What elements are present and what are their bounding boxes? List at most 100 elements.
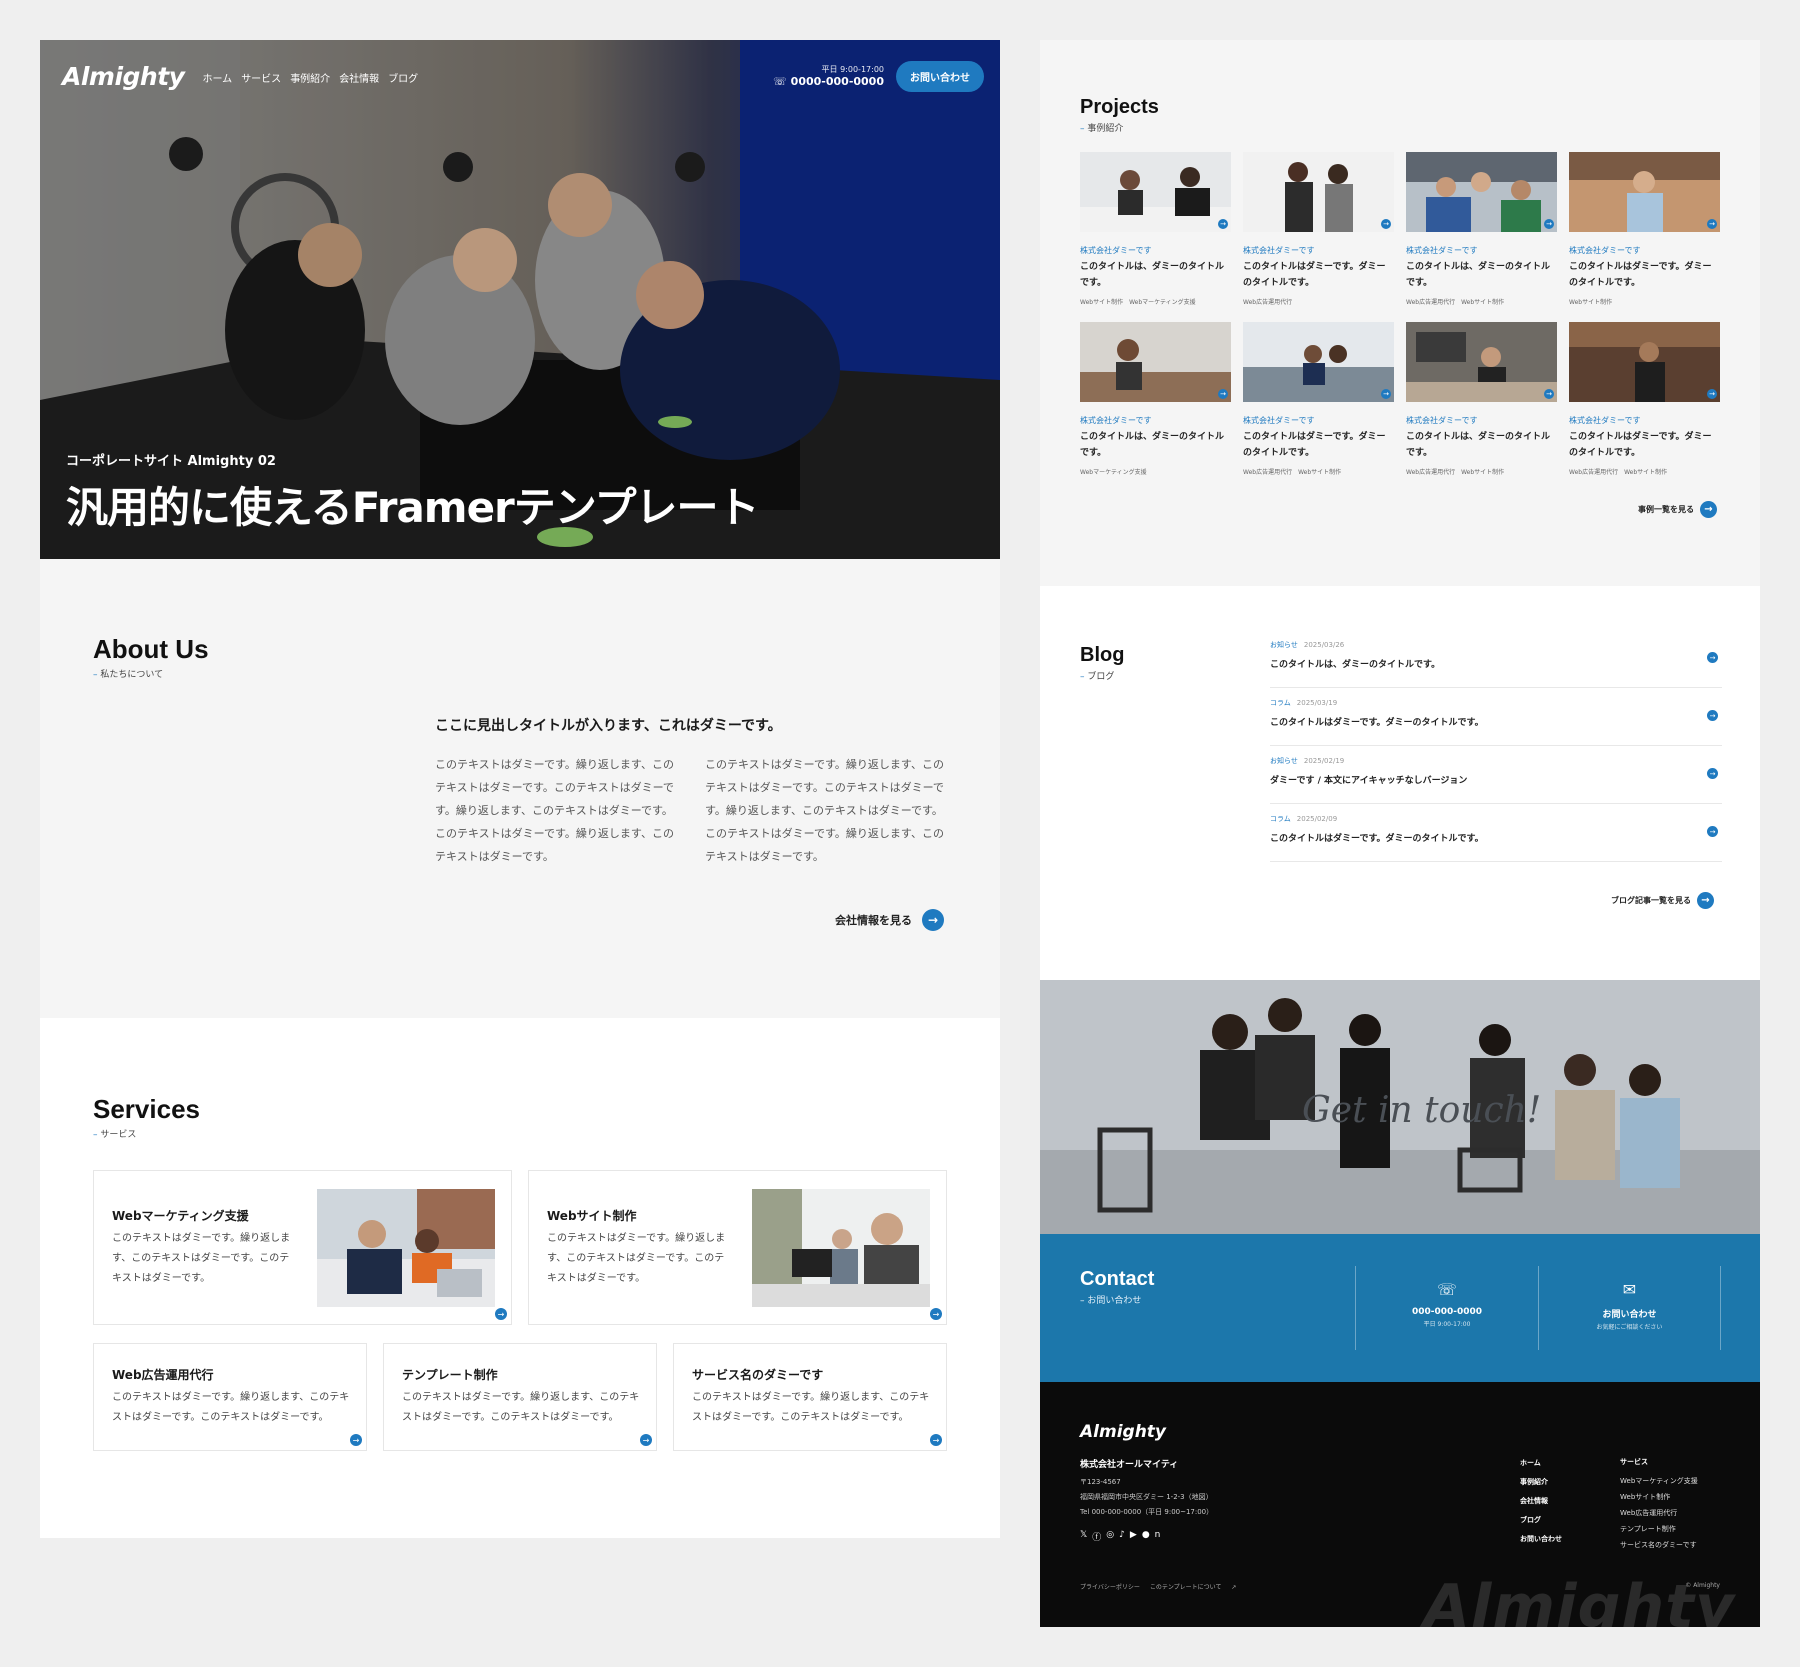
about-headline: ここに見出しタイトルが入ります、これはダミーです。 <box>435 718 782 734</box>
service-card[interactable]: テンプレート制作 このテキストはダミーです。繰り返します、このテキストはダミーで… <box>383 1343 657 1451</box>
project-card[interactable]: → 株式会社ダミーです このタイトルはダミーです。ダミーのタイトルです。 Web… <box>1569 322 1720 476</box>
arrow-right-icon: → <box>930 1308 942 1320</box>
get-in-touch-photo: Get in touch! <box>1040 980 1760 1234</box>
section-subtitle: サービス <box>93 1127 200 1140</box>
social-links: 𝕏 ⓕ ◎ ♪ ▶ ● n <box>1080 1530 1160 1543</box>
project-image: → <box>1406 322 1557 402</box>
project-card[interactable]: → 株式会社ダミーです このタイトルはダミーです。ダミーのタイトルです。 Web… <box>1243 152 1394 306</box>
service-card[interactable]: Webサイト制作 このテキストはダミーです。繰り返します、このテキストはダミーで… <box>528 1170 947 1325</box>
company-info-link[interactable]: 会社情報を見る → <box>835 909 944 931</box>
tel-number[interactable]: ☏ 0000-000-0000 <box>773 75 884 88</box>
post-category: お知らせ <box>1270 757 1298 765</box>
header-tel: 平日 9:00-17:00 ☏ 0000-000-0000 <box>773 64 884 88</box>
service-image <box>317 1189 495 1307</box>
footer-nav: ホーム 事例紹介 会社情報 ブログ お問い合わせ <box>1520 1454 1562 1549</box>
footer-nav-blog[interactable]: ブログ <box>1520 1511 1562 1530</box>
tiktok-icon[interactable]: ♪ <box>1119 1530 1125 1543</box>
arrow-right-icon: → <box>1707 389 1717 399</box>
blog-list-link[interactable]: ブログ記事一覧を見る → <box>1611 892 1714 909</box>
x-icon[interactable]: 𝕏 <box>1080 1530 1087 1543</box>
site-footer: Almighty Almighty 株式会社オールマイティ 〒123-4567 … <box>1040 1382 1760 1627</box>
nav-projects[interactable]: 事例紹介 <box>290 70 330 85</box>
footer-nav-item[interactable]: Webマーケティング支援 <box>1620 1473 1698 1489</box>
site-logo[interactable]: Almighty <box>62 62 185 91</box>
arrow-right-icon: → <box>640 1434 652 1446</box>
project-card[interactable]: → 株式会社ダミーです このタイトルはダミーです。ダミーのタイトルです。 Web… <box>1569 152 1720 306</box>
blog-post[interactable]: コラム 2025/02/09 このタイトルはダミーです。ダミーのタイトルです。 → <box>1270 804 1722 862</box>
arrow-right-icon: → <box>1218 219 1228 229</box>
arrow-right-icon: → <box>350 1434 362 1446</box>
post-meta: コラム 2025/02/09 <box>1270 814 1337 824</box>
service-card[interactable]: Web広告運用代行 このテキストはダミーです。繰り返します、このテキストはダミー… <box>93 1343 367 1451</box>
contact-button[interactable]: お問い合わせ <box>896 60 984 92</box>
project-company: 株式会社ダミーです <box>1406 416 1478 425</box>
footer-nav-item[interactable]: サービス名のダミーです <box>1620 1537 1698 1553</box>
arrow-right-icon: → <box>1700 501 1717 518</box>
project-title: このタイトルは、ダミーのタイトルです。 <box>1080 262 1225 288</box>
privacy-link[interactable]: プライバシーポリシー <box>1080 1584 1140 1591</box>
section-title: Contact <box>1080 1268 1155 1290</box>
post-category: お知らせ <box>1270 641 1298 649</box>
footer-nav-item[interactable]: テンプレート制作 <box>1620 1521 1698 1537</box>
facebook-icon[interactable]: ⓕ <box>1092 1530 1101 1543</box>
project-card[interactable]: → 株式会社ダミーです このタイトルは、ダミーのタイトルです。 Webサイト制作… <box>1080 152 1231 306</box>
project-image: → <box>1569 152 1720 232</box>
projects-list-link[interactable]: 事例一覧を見る → <box>1638 501 1717 518</box>
footer-nav-item[interactable]: Web広告運用代行 <box>1620 1505 1698 1521</box>
link-label: 会社情報を見る <box>835 914 912 927</box>
footer-nav-item[interactable]: Webサイト制作 <box>1620 1489 1698 1505</box>
header-contact: 平日 9:00-17:00 ☏ 0000-000-0000 お問い合わせ <box>773 60 984 92</box>
link-label: 事例一覧を見る <box>1638 505 1694 514</box>
section-title: Projects <box>1080 96 1159 118</box>
project-card[interactable]: → 株式会社ダミーです このタイトルは、ダミーのタイトルです。 Web広告運用代… <box>1406 322 1557 476</box>
contact-section: Contact お問い合わせ ☏ 000-000-0000 平日 9:00-17… <box>1040 1234 1760 1382</box>
footer-nav-services[interactable]: サービス <box>1620 1454 1698 1470</box>
project-card[interactable]: → 株式会社ダミーです このタイトルは、ダミーのタイトルです。 Web広告運用代… <box>1406 152 1557 306</box>
service-card[interactable]: Webマーケティング支援 このテキストはダミーです。繰り返します、このテキストは… <box>93 1170 512 1325</box>
blog-post[interactable]: コラム 2025/03/19 このタイトルはダミーです。ダミーのタイトルです。 → <box>1270 688 1722 746</box>
footer-nav-home[interactable]: ホーム <box>1520 1454 1562 1473</box>
footer-logo[interactable]: Almighty <box>1080 1422 1166 1442</box>
post-title: このタイトルはダミーです。ダミーのタイトルです。 <box>1270 718 1484 728</box>
project-company: 株式会社ダミーです <box>1080 416 1152 425</box>
about-text-2: このテキストはダミーです。繰り返します、このテキストはダミーです。このテキストは… <box>705 758 945 863</box>
footer-nav-contact[interactable]: お問い合わせ <box>1520 1530 1562 1549</box>
service-title: Webマーケティング支援 <box>112 1209 249 1223</box>
footer-nav-projects[interactable]: 事例紹介 <box>1520 1473 1562 1492</box>
contact-form[interactable]: ✉ お問い合わせ お気軽にご相談ください <box>1538 1266 1721 1350</box>
section-title: Blog <box>1080 644 1125 666</box>
blog-post[interactable]: お知らせ 2025/03/26 このタイトルは、ダミーのタイトルです。 → <box>1270 630 1722 688</box>
project-card[interactable]: → 株式会社ダミーです このタイトルはダミーです。ダミーのタイトルです。 Web… <box>1243 322 1394 476</box>
about-template-link[interactable]: このテンプレートについて ↗ <box>1150 1584 1245 1591</box>
service-title: テンプレート制作 <box>402 1368 498 1382</box>
post-date: 2025/03/19 <box>1296 699 1338 707</box>
arrow-right-icon: → <box>1381 219 1391 229</box>
nav-blog[interactable]: ブログ <box>388 70 418 85</box>
arrow-right-icon: → <box>1544 219 1554 229</box>
post-title: ダミーです / 本文にアイキャッチなしバージョン <box>1270 776 1468 786</box>
nav-services[interactable]: サービス <box>241 70 281 85</box>
nav-company[interactable]: 会社情報 <box>339 70 379 85</box>
post-meta: お知らせ 2025/02/19 <box>1270 756 1344 766</box>
project-company: 株式会社ダミーです <box>1406 246 1478 255</box>
blog-post[interactable]: お知らせ 2025/02/19 ダミーです / 本文にアイキャッチなしバージョン … <box>1270 746 1722 804</box>
about-heading: About Us 私たちについて <box>93 634 209 680</box>
contact-phone[interactable]: ☏ 000-000-0000 平日 9:00-17:00 <box>1355 1266 1538 1350</box>
instagram-icon[interactable]: ◎ <box>1106 1530 1114 1543</box>
post-category: コラム <box>1270 699 1291 707</box>
section-subtitle: ブログ <box>1080 669 1124 682</box>
arrow-right-icon: → <box>1707 710 1718 721</box>
project-title: このタイトルはダミーです。ダミーのタイトルです。 <box>1569 262 1712 288</box>
service-card[interactable]: サービス名のダミーです このテキストはダミーです。繰り返します、このテキストはダ… <box>673 1343 947 1451</box>
line-icon[interactable]: ● <box>1142 1530 1150 1543</box>
nav-home[interactable]: ホーム <box>202 70 232 85</box>
link-label: ブログ記事一覧を見る <box>1611 896 1691 905</box>
youtube-icon[interactable]: ▶ <box>1130 1530 1137 1543</box>
footer-nav-company[interactable]: 会社情報 <box>1520 1492 1562 1511</box>
project-card[interactable]: → 株式会社ダミーです このタイトルは、ダミーのタイトルです。 Webマーケティ… <box>1080 322 1231 476</box>
note-icon[interactable]: n <box>1155 1530 1161 1543</box>
about-text-1: このテキストはダミーです。繰り返します、このテキストはダミーです。このテキストは… <box>435 758 675 863</box>
project-company: 株式会社ダミーです <box>1569 416 1641 425</box>
project-title: このタイトルは、ダミーのタイトルです。 <box>1406 262 1551 288</box>
section-subtitle: 事例紹介 <box>1080 121 1159 134</box>
